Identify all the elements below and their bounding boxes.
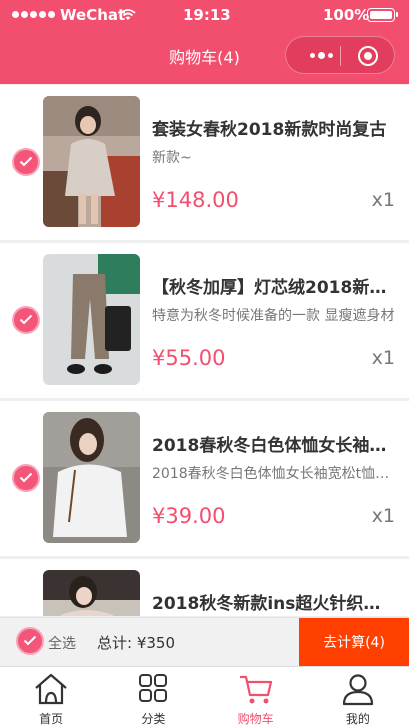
product-desc: 特意为秋冬时候准备的一款 显瘦遮身材 [152,308,395,324]
status-bar: WeChat 19:13 100% [0,0,409,32]
wifi-icon [120,9,136,20]
status-time: 19:13 [183,6,231,24]
select-all-label[interactable]: 全选 [48,633,76,653]
item-checkbox[interactable] [12,464,40,492]
product-image[interactable] [43,254,140,385]
item-checkbox[interactable] [12,306,40,334]
check-icon [19,156,33,167]
checkout-button[interactable]: 去计算(4) [299,618,409,666]
cart-item[interactable]: 套装女春秋2018新款时尚复古 新款~ ¥148.00 x1 [0,85,409,240]
product-price: ¥148.00 [152,188,239,212]
product-qty: x1 [371,505,395,527]
product-title[interactable]: 套装女春秋2018新款时尚复古 [152,115,396,140]
tab-home[interactable]: 首页 [0,667,102,726]
total-amount: 总计: ¥350 [97,634,175,652]
product-desc: 2018春秋冬白色体恤女长袖宽松t恤打底衫 [152,466,396,482]
product-title[interactable]: 2018秋冬新款ins超火针织开衫 [152,589,396,614]
product-title[interactable]: 【秋冬加厚】灯芯绒2018新款女装 [152,273,396,298]
signal-icon [12,11,55,18]
cart-item[interactable]: 【秋冬加厚】灯芯绒2018新款女装 特意为秋冬时候准备的一款 显瘦遮身材 ¥55… [0,243,409,398]
tab-label: 购物车 [237,712,274,726]
product-desc: 新款~ [152,150,192,166]
home-icon [35,673,67,705]
cart-item[interactable]: 2018秋冬新款ins超火针织开衫 [0,559,409,616]
check-icon [19,314,33,325]
cart-item[interactable]: 2018春秋冬白色体恤女长袖宽松 2018春秋冬白色体恤女长袖宽松t恤打底衫 ¥… [0,401,409,556]
select-all-checkbox[interactable] [16,627,44,655]
cart-list[interactable]: 套装女春秋2018新款时尚复古 新款~ ¥148.00 x1 【秋冬加厚】灯芯绒… [0,84,409,616]
item-checkbox[interactable] [12,148,40,176]
user-icon [342,674,373,706]
check-icon [23,635,37,646]
product-qty: x1 [371,347,395,369]
tab-label: 我的 [345,712,370,726]
tab-category[interactable]: 分类 [102,667,204,726]
product-image[interactable] [43,570,140,616]
tab-bar: 首页 分类 购物车 我的 [0,666,409,726]
cart-icon [239,675,272,704]
tab-profile[interactable]: 我的 [307,667,409,726]
product-image[interactable] [43,412,140,543]
category-grid-icon [139,674,168,702]
battery-percent: 100% [323,6,370,24]
more-icon[interactable] [310,52,333,59]
tab-label: 分类 [141,712,166,726]
capsule-divider [340,46,341,66]
checkout-bar: 全选 总计: ¥350 去计算(4) [0,617,409,666]
product-qty: x1 [371,189,395,211]
product-image[interactable] [43,96,140,227]
product-price: ¥55.00 [152,346,226,370]
tab-cart[interactable]: 购物车 [205,667,307,726]
product-title[interactable]: 2018春秋冬白色体恤女长袖宽松 [152,431,396,456]
miniprogram-capsule [285,36,395,74]
tab-label: 首页 [39,712,64,726]
carrier-name: WeChat [60,6,126,24]
close-target-icon[interactable] [358,46,378,66]
check-icon [19,472,33,483]
header: WeChat 19:13 100% 购物车(4) [0,0,409,84]
product-price: ¥39.00 [152,504,226,528]
battery-icon [367,8,398,22]
